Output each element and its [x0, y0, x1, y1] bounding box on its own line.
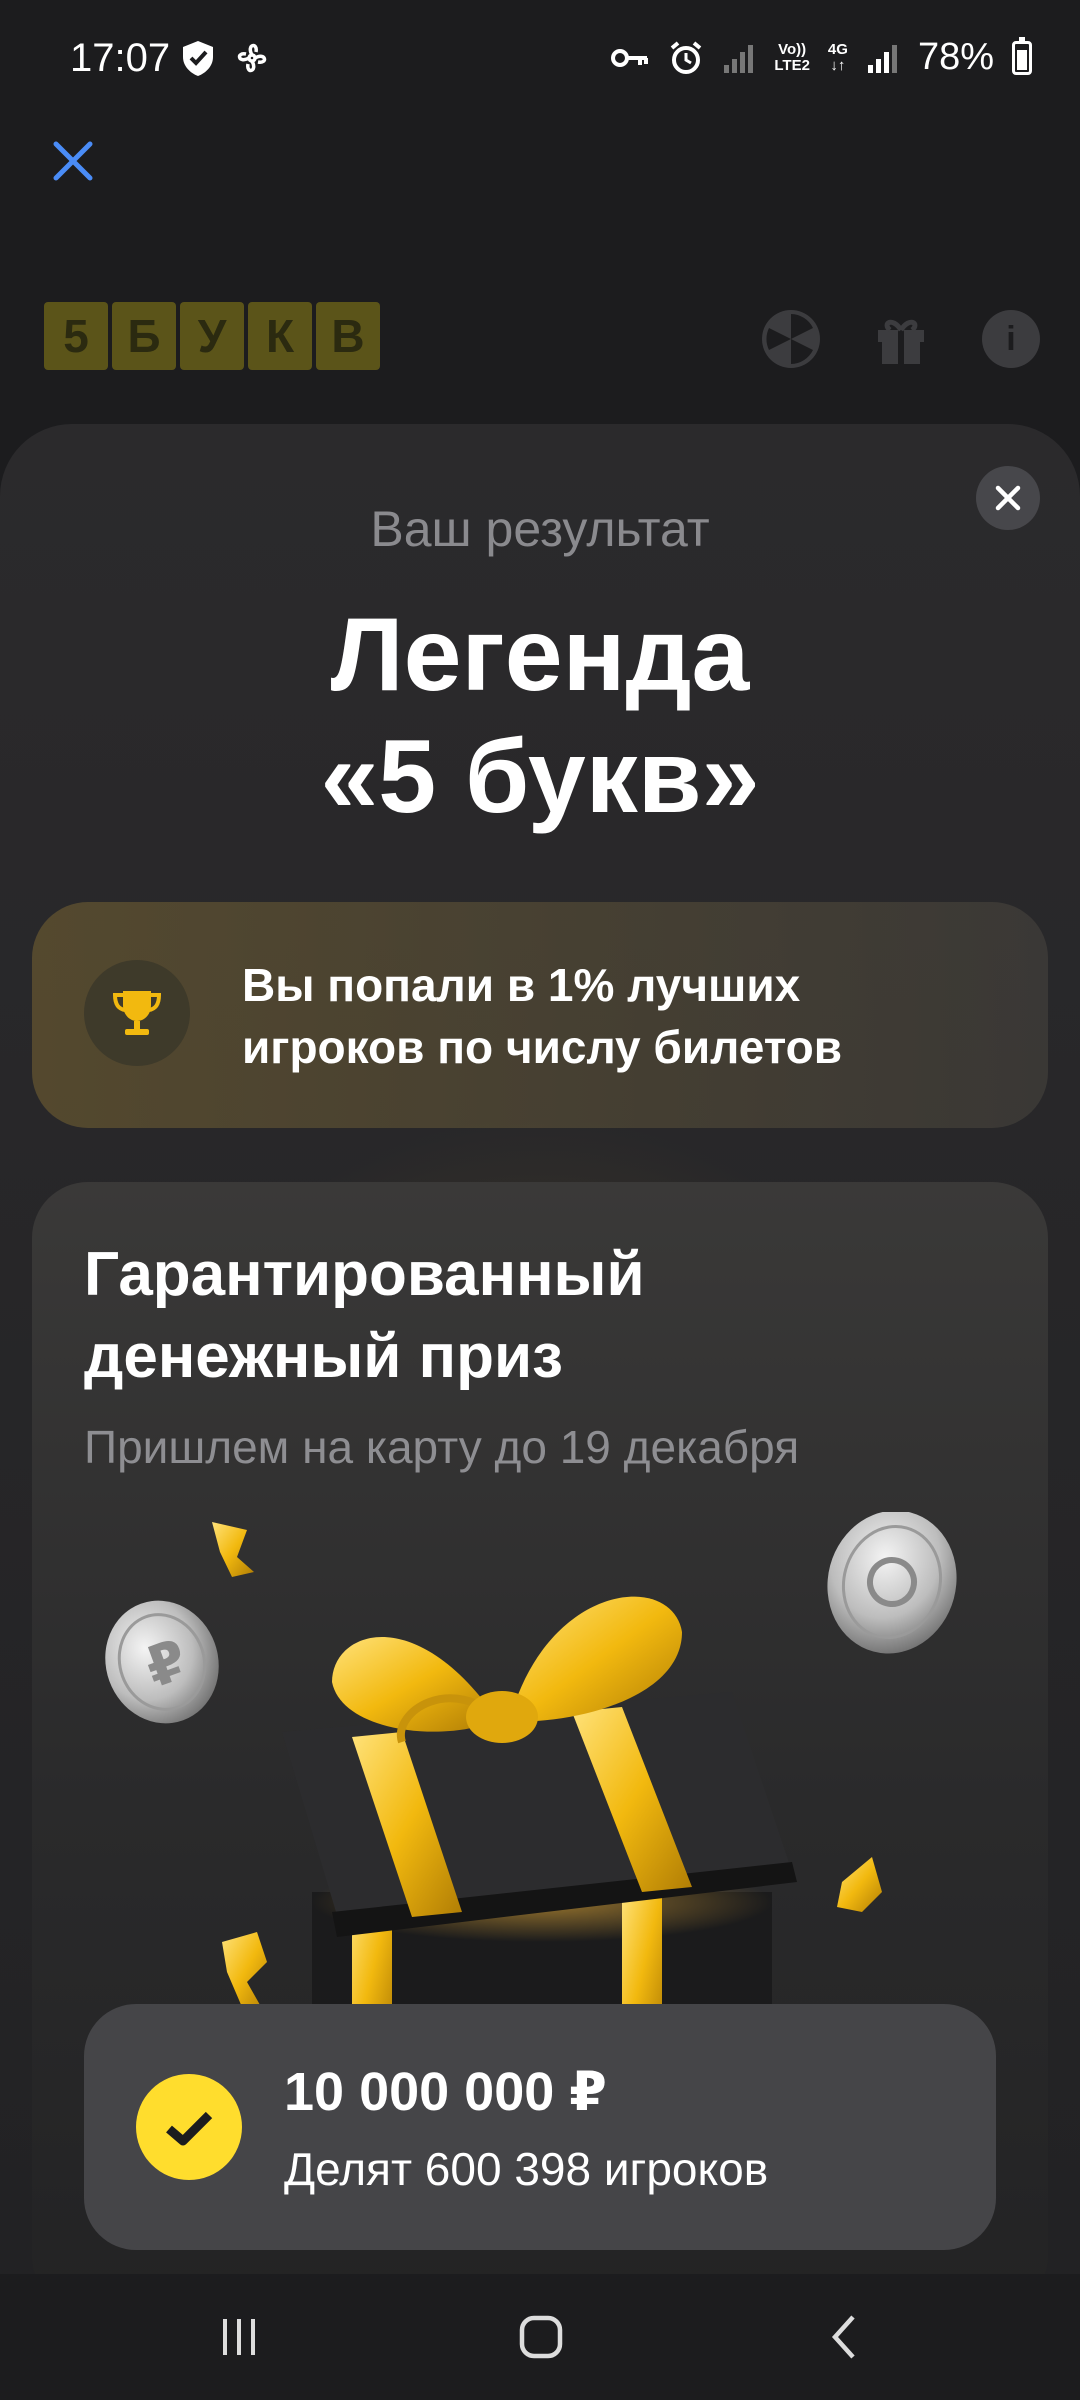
recent-apps-button[interactable] [194, 2302, 284, 2372]
gift-icon[interactable] [872, 310, 930, 368]
battery-percent: 78% [917, 36, 994, 78]
result-title: Легенда «5 букв» [320, 597, 760, 835]
status-bar: 17:07 Vo)) LTE2 4G ↓↑ 78% [0, 0, 1080, 120]
shield-check-icon [183, 41, 213, 76]
recents-icon [223, 2319, 255, 2355]
prize-card: Гарантированный денежный приз Пришлем на… [32, 1182, 1048, 2274]
volte-indicator: Vo)) LTE2 [774, 40, 810, 74]
status-time: 17:07 [70, 36, 171, 80]
signal-icon [724, 44, 754, 73]
players-count: Делят 600 398 игроков [284, 2143, 769, 2195]
info-icon[interactable]: i [982, 310, 1040, 368]
home-button[interactable] [496, 2302, 586, 2372]
prize-amount-box: 10 000 000 ₽ Делят 600 398 игроков [84, 2004, 996, 2250]
battery-icon [1012, 36, 1032, 75]
network-4g-indicator: 4G ↓↑ [827, 40, 848, 74]
close-icon[interactable] [50, 138, 96, 184]
back-icon [831, 2315, 855, 2359]
result-label: Ваш результат [370, 501, 710, 557]
check-icon [166, 2111, 213, 2146]
navigation-bar [0, 2274, 1080, 2400]
trophy-icon [112, 991, 162, 1035]
prize-subtitle: Пришлем на карту до 19 декабря [84, 1421, 800, 1473]
gift-illustration: ₽ [105, 1512, 957, 2032]
wheel-icon[interactable] [762, 310, 820, 368]
back-button[interactable] [800, 2302, 890, 2372]
app-logo: 5 Б У К В [44, 302, 380, 370]
home-icon [519, 2315, 563, 2359]
top-actions: i [762, 310, 1040, 368]
fan-icon [237, 43, 267, 73]
result-sheet: Ваш результат Легенда «5 букв» Вы попали… [0, 424, 1080, 2274]
prize-title: Гарантированный денежный приз [84, 1240, 645, 1391]
key-icon [611, 48, 649, 67]
signal-icon-2 [867, 44, 897, 73]
rank-card: Вы попали в 1% лучших игроков по числу б… [32, 902, 1048, 1128]
rank-text: Вы попали в 1% лучших игроков по числу б… [242, 959, 842, 1073]
prize-amount: 10 000 000 ₽ [284, 2062, 607, 2122]
alarm-icon [671, 40, 702, 74]
